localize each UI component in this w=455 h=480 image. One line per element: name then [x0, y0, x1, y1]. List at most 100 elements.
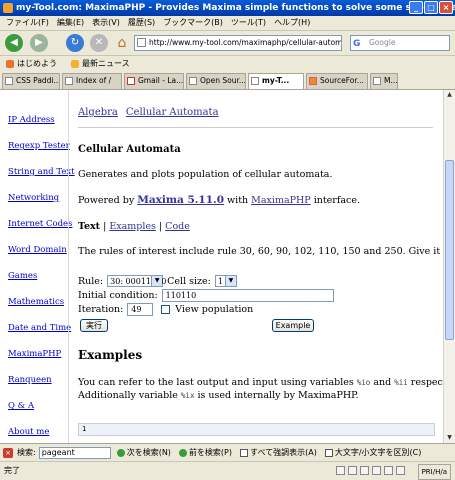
tab-gmail[interactable]: Gmail - La...	[124, 73, 184, 89]
variable-ii: %ii	[394, 378, 408, 387]
addon-icon[interactable]	[336, 466, 345, 475]
cell-size-value: 1	[217, 277, 223, 286]
bookmark-latest-news[interactable]: 最新ニュース	[71, 56, 130, 72]
maximize-icon[interactable]: □	[424, 1, 438, 14]
tab-icon	[5, 77, 13, 85]
scroll-thumb[interactable]	[445, 160, 454, 340]
up-arrow-icon	[178, 448, 187, 457]
maxima-link[interactable]: Maxima 5.11.0	[137, 194, 224, 206]
divider	[78, 127, 433, 128]
iteration-row: Iteration: 49 View population	[78, 303, 253, 316]
tab-open-source[interactable]: Open Sour...	[186, 73, 246, 89]
sidebar-item-word-domain[interactable]: Word Domain	[8, 245, 67, 255]
reload-icon[interactable]: ↻	[66, 34, 84, 52]
close-find-icon[interactable]: ×	[3, 447, 13, 458]
tab-code[interactable]: Code	[165, 221, 190, 232]
tab-examples[interactable]: Examples	[109, 221, 156, 232]
highlight-all-toggle[interactable]: すべて強調表示(A)	[240, 447, 317, 458]
menu-bookmarks[interactable]: ブックマーク(B)	[163, 16, 223, 30]
find-prev-label: 前を検索(P)	[188, 448, 233, 457]
match-case-checkbox[interactable]	[324, 448, 333, 457]
initial-condition-row: Initial condition: 110110	[78, 289, 334, 302]
iteration-input[interactable]: 49	[127, 303, 154, 316]
menu-file[interactable]: ファイル(F)	[6, 16, 49, 30]
ime-indicator[interactable]: PRI/H/a	[417, 464, 451, 480]
tab-css-padding[interactable]: CSS Paddi...	[2, 73, 60, 89]
find-input[interactable]: pageant	[38, 446, 111, 459]
addon-icon[interactable]	[348, 466, 357, 475]
menu-help[interactable]: ヘルプ(H)	[274, 16, 310, 30]
tab-text[interactable]: Text	[78, 221, 100, 232]
powered-mid: with	[224, 195, 252, 206]
sidebar-item-maximaphp[interactable]: MaximaPHP	[8, 349, 61, 359]
window-title-bar: my-Tool.com: MaximaPHP - Provides Maxima…	[0, 0, 455, 16]
rule-label: Rule:	[78, 275, 104, 287]
examples-heading: Examples	[78, 348, 143, 362]
sidebar-item-ip-address[interactable]: IP Address	[8, 115, 55, 125]
sidebar-item-games[interactable]: Games	[8, 271, 37, 281]
rule-select[interactable]: 30: 00011110 ▼	[107, 275, 166, 287]
sidebar-item-string-and-text[interactable]: String and Text	[8, 167, 75, 177]
addon-icon[interactable]	[384, 466, 393, 475]
page-scrollbar[interactable]: ▲ ▼	[443, 90, 455, 443]
separator: |	[155, 221, 166, 232]
sidebar-item-ranqueen[interactable]: Ranqueen	[8, 375, 52, 385]
breadcrumb-cellular-automata[interactable]: Cellular Automata	[126, 107, 219, 118]
search-input[interactable]: G Google	[350, 35, 450, 51]
forward-arrow-icon[interactable]: ▶	[30, 34, 48, 52]
gmail-icon	[127, 77, 135, 85]
breadcrumb-algebra[interactable]: Algebra	[78, 107, 118, 118]
run-button[interactable]: 実行	[80, 319, 108, 332]
bookmark-getting-started[interactable]: はじめよう	[6, 56, 57, 72]
maximaphp-link[interactable]: MaximaPHP	[251, 195, 311, 206]
url-bar[interactable]: http://www.my-tool.com/maximaphp/cellula…	[134, 35, 342, 51]
bookmarks-toolbar: はじめよう 最新ニュース	[0, 56, 455, 72]
down-arrow-icon	[116, 448, 125, 457]
example-button[interactable]: Example	[272, 319, 314, 332]
tab-icon	[189, 77, 197, 85]
menu-tools[interactable]: ツール(T)	[231, 16, 266, 30]
status-text: 完了	[4, 466, 20, 475]
tab-sourceforge[interactable]: SourceFor...	[306, 73, 368, 89]
addon-icon[interactable]	[360, 466, 369, 475]
status-icons	[336, 466, 405, 475]
home-icon[interactable]: ⌂	[113, 34, 131, 52]
scroll-up-icon[interactable]: ▲	[445, 90, 454, 100]
sidebar-item-q-and-a[interactable]: Q & A	[8, 401, 34, 411]
sidebar-item-about-me[interactable]: About me	[8, 427, 49, 437]
match-case-label: 大文字/小文字を区別(C)	[334, 448, 422, 457]
tab-icon	[373, 77, 381, 85]
cell-size-select[interactable]: 1 ▼	[214, 275, 237, 287]
find-next-button[interactable]: 次を検索(N)	[116, 447, 171, 458]
sidebar-item-networking[interactable]: Networking	[8, 193, 59, 203]
tab-more[interactable]: M...	[370, 73, 398, 89]
examples-text: You can refer to the last output and inp…	[78, 377, 357, 388]
menu-history[interactable]: 履歴(S)	[128, 16, 155, 30]
stop-icon[interactable]: ✕	[90, 34, 108, 52]
sourceforge-icon	[309, 77, 317, 85]
addon-icon[interactable]	[372, 466, 381, 475]
sidebar-item-regexp-tester[interactable]: Regexp Tester	[8, 141, 70, 151]
find-label: 検索:	[17, 448, 36, 457]
addon-icon[interactable]	[396, 466, 405, 475]
find-prev-button[interactable]: 前を検索(P)	[178, 447, 233, 458]
match-case-toggle[interactable]: 大文字/小文字を区別(C)	[324, 447, 422, 458]
separator: |	[100, 221, 110, 232]
initial-condition-input[interactable]: 110110	[161, 289, 334, 302]
tab-index[interactable]: Index of /	[62, 73, 122, 89]
scroll-down-icon[interactable]: ▼	[445, 433, 454, 443]
menu-view[interactable]: 表示(V)	[92, 16, 120, 30]
close-icon[interactable]: ×	[439, 1, 453, 14]
back-arrow-icon[interactable]: ◀	[5, 34, 23, 52]
highlight-checkbox[interactable]	[240, 448, 249, 457]
tab-label: CSS Paddi...	[16, 76, 60, 85]
minimize-icon[interactable]: _	[409, 1, 423, 14]
breadcrumb: Algebra Cellular Automata	[78, 107, 227, 118]
status-bar: 完了 PRI/H/a	[0, 461, 455, 480]
sidebar-item-mathematics[interactable]: Mathematics	[8, 297, 64, 307]
tab-my-tool[interactable]: my-T...	[248, 73, 304, 89]
sidebar-item-internet-codes[interactable]: Internet Codes	[8, 219, 72, 229]
menu-edit[interactable]: 編集(E)	[57, 16, 84, 30]
sidebar-item-date-and-time[interactable]: Date and Time	[8, 323, 71, 333]
view-population-checkbox[interactable]	[161, 305, 171, 314]
